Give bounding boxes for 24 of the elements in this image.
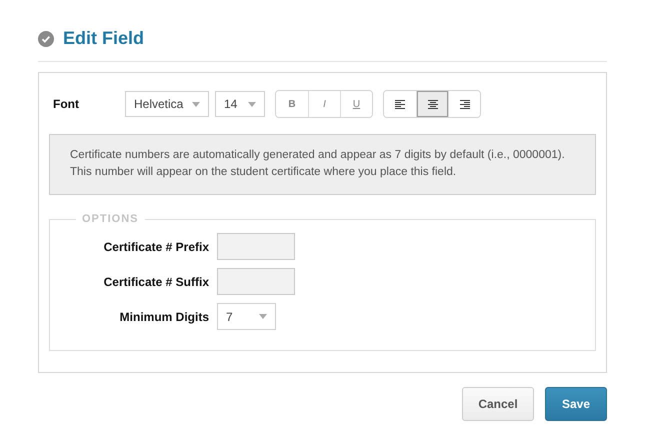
font-label: Font	[53, 97, 80, 111]
check-circle-icon	[38, 30, 54, 46]
align-right-button[interactable]	[448, 91, 480, 117]
align-center-button[interactable]	[416, 91, 448, 117]
underline-button[interactable]: U	[340, 91, 372, 117]
size-select[interactable]: 14	[215, 91, 265, 117]
caret-icon	[248, 102, 256, 106]
caret-icon	[259, 314, 267, 319]
caret-icon	[192, 102, 200, 106]
options-legend: OPTIONS	[76, 213, 145, 225]
align-left-icon	[395, 100, 405, 108]
align-right-icon	[460, 100, 470, 108]
font-select[interactable]: Helvetica	[125, 91, 209, 117]
field-label: Minimum Digits	[118, 310, 209, 324]
input-field[interactable]	[217, 268, 295, 295]
input-field[interactable]	[217, 233, 295, 260]
cancel-button[interactable]: Cancel	[462, 387, 534, 421]
digits-select[interactable]: 7	[217, 303, 276, 330]
field-label: Certificate # Suffix	[102, 274, 209, 288]
dialog-title: Edit Field	[63, 28, 144, 49]
info-text: Certificate numbers are automatically generated and appear as 7 digits by default (i.e., 0000001). This number will appear on the student certificate where you place this field.	[49, 134, 596, 195]
align-center-icon	[428, 100, 438, 108]
field-label: Certificate # Prefix	[102, 240, 209, 254]
save-button[interactable]: Save	[545, 387, 607, 421]
